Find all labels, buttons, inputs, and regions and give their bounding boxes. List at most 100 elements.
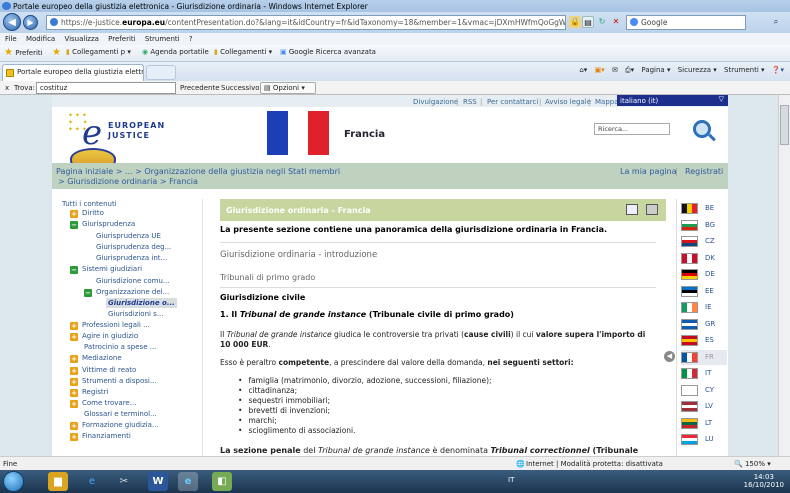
nav-item[interactable]: Giurisprudenza UE — [96, 231, 161, 241]
nav-item[interactable]: + Registri — [70, 387, 108, 397]
flag-item-fr[interactable]: FR — [681, 349, 727, 365]
nav-item[interactable]: Giurisprudenza int... — [96, 253, 167, 263]
find-close-button[interactable]: x — [5, 84, 9, 92]
expand-icon[interactable]: + — [70, 422, 78, 430]
nav-item-selected[interactable]: Giurisdizione o... — [106, 298, 177, 308]
find-next-button[interactable]: Successivo — [221, 84, 260, 92]
lock-icon[interactable]: 🔒 — [569, 16, 581, 28]
collapse-icon[interactable]: − — [70, 266, 78, 274]
expand-icon[interactable]: + — [70, 322, 78, 330]
explorer-icon[interactable]: ▆ — [48, 472, 68, 491]
nav-item[interactable]: − Organizzazione del... — [84, 287, 169, 297]
nav-item[interactable]: + Agire in giudizio — [70, 331, 138, 341]
fav-item-agenda[interactable]: ◉ Agenda portatile — [142, 48, 209, 56]
compatibility-icon[interactable]: ▤ — [582, 16, 594, 28]
print-icon[interactable] — [646, 204, 658, 215]
search-icon[interactable]: ⌕ — [770, 16, 782, 28]
flag-item-dk[interactable]: DK — [681, 251, 727, 266]
help-icon[interactable]: ❓▾ — [772, 66, 784, 74]
home-icon[interactable]: ⌂▾ — [579, 66, 587, 74]
language-select[interactable]: italiano (it) ▽ — [617, 95, 728, 106]
expand-icon[interactable]: + — [70, 378, 78, 386]
safety-menu[interactable]: Sicurezza ▾ — [678, 66, 717, 74]
browser-tab[interactable]: Portale europeo della giustizia elettro.… — [2, 64, 144, 81]
rss-icon[interactable]: ▣▾ — [595, 66, 605, 74]
print-icon[interactable]: ⎙▾ — [625, 66, 634, 74]
register-link[interactable]: Registrati — [685, 167, 723, 176]
menu-edit[interactable]: Modifica — [26, 35, 55, 43]
menu-help[interactable]: ? — [189, 35, 193, 43]
search-icon[interactable] — [693, 120, 711, 138]
nav-item[interactable]: Patrocinio a spese ... — [84, 342, 156, 352]
link-avviso-legale[interactable]: Avviso legale — [545, 98, 591, 106]
expand-icon[interactable]: + — [70, 355, 78, 363]
fav-item-google[interactable]: ▣ Google Ricerca avanzata — [280, 48, 376, 56]
nav-item[interactable]: + Professioni legali ... — [70, 320, 150, 330]
nav-item[interactable]: Giurisdizione comu... — [96, 276, 170, 286]
menu-tools[interactable]: Strumenti — [145, 35, 180, 43]
nav-item[interactable]: + Vittime di reato — [70, 365, 136, 375]
stop-icon[interactable]: ✕ — [610, 16, 622, 28]
flag-item-cz[interactable]: CZ — [681, 234, 727, 249]
window-icon[interactable] — [626, 204, 638, 215]
word-icon[interactable]: W — [148, 472, 168, 491]
flag-item-lu[interactable]: LU — [681, 432, 727, 447]
nav-item[interactable]: + Formazione giudizia... — [70, 420, 159, 430]
flag-item-lv[interactable]: LV — [681, 399, 727, 414]
flag-item-be[interactable]: BE — [681, 201, 727, 216]
collapse-icon[interactable]: − — [70, 221, 78, 229]
ie-taskbar-icon[interactable]: e — [82, 472, 102, 491]
nav-item[interactable]: Glossari e terminol... — [84, 409, 157, 419]
add-favorite-icon[interactable]: ★ — [52, 47, 61, 58]
tools-icon[interactable]: ✂ — [114, 472, 134, 491]
tools-menu[interactable]: Strumenti ▾ — [724, 66, 765, 74]
flag-item-lt[interactable]: LT — [681, 416, 727, 431]
breadcrumb-line1[interactable]: Pagina iniziale > ... > Organizzazione d… — [56, 167, 340, 176]
nav-item[interactable]: + Come trovare... — [70, 398, 136, 408]
ie-active-icon[interactable]: e — [178, 472, 198, 491]
back-button[interactable]: ◀ — [3, 13, 21, 31]
my-page-link[interactable]: La mia pagina — [620, 167, 677, 176]
nav-item[interactable]: + Finanziamenti — [70, 431, 131, 441]
vertical-scrollbar[interactable] — [778, 95, 790, 456]
favorites-button[interactable]: ★ Preferiti — [4, 47, 43, 58]
nav-item[interactable]: Giurisdizioni s... — [108, 309, 164, 319]
flag-item-gr[interactable]: GR — [681, 317, 727, 332]
expand-icon[interactable]: + — [70, 210, 78, 218]
fav-item-collegamenti-p[interactable]: ▮ Collegamenti p ▾ — [66, 48, 131, 56]
new-tab-button[interactable] — [146, 65, 176, 80]
nav-item[interactable]: − Sistemi giudiziari — [70, 264, 142, 274]
arrow-left-icon[interactable]: ◀ — [664, 351, 675, 362]
ejustice-logo[interactable]: ✦ ✦ ✦ ✦ ✦ ✦ ✦ ✦ e EUROPEAN JUSTICE — [64, 112, 164, 170]
nav-item[interactable]: Giurisprudenza deg... — [96, 242, 171, 252]
flag-item-it[interactable]: IT — [681, 366, 727, 381]
expand-icon[interactable]: + — [70, 367, 78, 375]
expand-icon[interactable]: + — [70, 433, 78, 441]
page-menu[interactable]: Pagina ▾ — [641, 66, 670, 74]
scrollbar-thumb[interactable] — [780, 105, 789, 145]
forward-button[interactable]: ▶ — [23, 15, 38, 30]
search-input[interactable]: Google — [626, 15, 746, 30]
menu-favorites[interactable]: Preferiti — [108, 35, 135, 43]
nav-item[interactable]: + Mediazione — [70, 353, 122, 363]
clock[interactable]: 14:03 16/10/2010 — [744, 473, 784, 489]
expand-icon[interactable]: + — [70, 400, 78, 408]
menu-file[interactable]: File — [5, 35, 17, 43]
mail-icon[interactable]: ✉ — [612, 66, 618, 74]
breadcrumb-line2[interactable]: > Giurisdizione ordinaria > Francia — [58, 177, 198, 186]
find-input[interactable]: costituz — [36, 82, 176, 94]
find-options-button[interactable]: ▤ Opzioni ▾ — [260, 82, 316, 94]
flag-item-bg[interactable]: BG — [681, 218, 727, 233]
start-button[interactable] — [3, 471, 24, 492]
link-contatti[interactable]: Per contattarci — [487, 98, 538, 106]
address-bar[interactable]: https://e-justice.europa.eu/contentPrese… — [46, 15, 566, 30]
link-divulgazione[interactable]: Divulgazione — [413, 98, 458, 106]
link-rss[interactable]: RSS — [463, 98, 477, 106]
refresh-icon[interactable]: ↻ — [596, 16, 608, 28]
menu-view[interactable]: Visualizza — [64, 35, 98, 43]
nav-item[interactable]: + Diritto — [70, 208, 104, 218]
flag-item-ie[interactable]: IE — [681, 300, 727, 315]
flag-item-cy[interactable]: CY — [681, 383, 727, 398]
app-icon[interactable]: ◧ — [212, 472, 232, 491]
expand-icon[interactable]: + — [70, 389, 78, 397]
